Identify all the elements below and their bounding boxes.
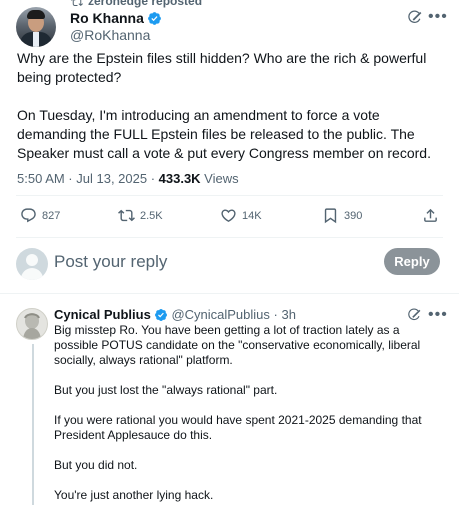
like-count: 14K bbox=[242, 209, 262, 222]
repost-button[interactable]: 2.5K bbox=[118, 207, 163, 224]
reply-text: Big misstep Ro. You have been getting a … bbox=[54, 323, 446, 518]
action-bar: 827 2.5K 14K 390 bbox=[16, 207, 446, 227]
reply-author-name: Cynical Publius bbox=[54, 307, 151, 322]
reply-author[interactable]: Cynical Publius @CynicalPublius · 3h bbox=[54, 307, 296, 322]
grok-icon[interactable] bbox=[407, 10, 422, 25]
divider bbox=[16, 195, 443, 196]
share-button[interactable] bbox=[422, 207, 444, 224]
reply-icon bbox=[21, 208, 36, 223]
repost-count: 2.5K bbox=[140, 209, 163, 222]
reply-submit-button[interactable]: Reply bbox=[384, 248, 440, 275]
tweet-text: Why are the Epstein files still hidden? … bbox=[17, 49, 447, 182]
more-icon[interactable]: ••• bbox=[428, 306, 448, 324]
grok-icon[interactable] bbox=[407, 308, 421, 322]
divider bbox=[16, 237, 443, 238]
verified-badge-icon bbox=[147, 12, 161, 25]
verified-badge-icon bbox=[154, 309, 167, 321]
share-icon bbox=[424, 208, 437, 222]
reply-author-avatar[interactable] bbox=[16, 308, 48, 340]
reply-author-handle: @CynicalPublius bbox=[171, 307, 270, 322]
reply-input[interactable]: Post your reply bbox=[54, 252, 167, 272]
views-label: Views bbox=[200, 171, 239, 186]
author-avatar[interactable] bbox=[16, 7, 56, 47]
reply-paragraph: But you just lost the "always rational" … bbox=[54, 383, 278, 397]
like-button[interactable]: 14K bbox=[220, 207, 262, 224]
repost-label: zerohedge reposted bbox=[88, 0, 203, 8]
reply-count: 827 bbox=[42, 209, 61, 222]
reply-paragraph: If you were rational you would have spen… bbox=[54, 413, 422, 442]
divider bbox=[0, 293, 459, 294]
author-handle[interactable]: @RoKhanna bbox=[70, 27, 150, 43]
reply-paragraph: Big misstep Ro. You have been getting a … bbox=[54, 323, 421, 367]
reply-timestamp[interactable]: · 3h bbox=[270, 307, 296, 322]
tweet-timestamp[interactable]: 5:50 AM · Jul 13, 2025 · bbox=[17, 171, 159, 186]
like-icon bbox=[221, 209, 236, 222]
thread-line bbox=[32, 344, 34, 505]
tweet-paragraph: On Tuesday, I'm introducing an amendment… bbox=[17, 107, 431, 161]
reply-button[interactable]: 827 bbox=[20, 207, 60, 224]
more-icon[interactable]: ••• bbox=[428, 8, 448, 26]
tweet-meta: 5:50 AM · Jul 13, 2025 · 433.3K Views bbox=[17, 171, 239, 186]
tweet-paragraph: Why are the Epstein files still hidden? … bbox=[17, 50, 427, 85]
repost-icon bbox=[71, 0, 83, 6]
views-count: 433.3K bbox=[158, 171, 201, 186]
bookmark-button[interactable]: 390 bbox=[322, 207, 362, 224]
author-name[interactable]: Ro Khanna bbox=[70, 10, 162, 26]
bookmark-count: 390 bbox=[344, 209, 363, 222]
author-name-text: Ro Khanna bbox=[70, 10, 144, 26]
reply-paragraph: But you did not. bbox=[54, 458, 138, 472]
repost-indicator[interactable]: zerohedge reposted bbox=[70, 0, 202, 8]
repost-icon bbox=[118, 209, 135, 222]
current-user-avatar bbox=[16, 248, 48, 280]
bookmark-icon bbox=[324, 208, 337, 224]
reply-paragraph: You're just another lying hack. bbox=[54, 488, 214, 502]
